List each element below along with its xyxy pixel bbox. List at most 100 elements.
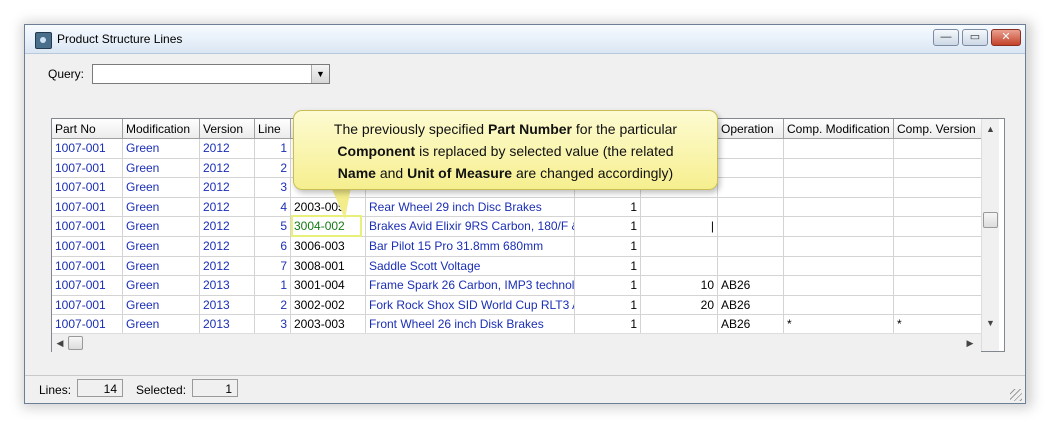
cell-cmod[interactable] bbox=[784, 217, 894, 237]
cell-op[interactable]: AB26 bbox=[718, 295, 784, 315]
cell-ver[interactable]: 2012 bbox=[200, 256, 255, 276]
minimize-button[interactable]: — bbox=[933, 29, 959, 46]
cell-part[interactable]: 1007-001 bbox=[52, 139, 123, 158]
cell-mod[interactable]: Green bbox=[123, 139, 200, 158]
cell-mod[interactable]: Green bbox=[123, 256, 200, 276]
column-header[interactable]: Modification bbox=[123, 119, 200, 139]
cell-mod[interactable]: Green bbox=[123, 178, 200, 198]
cell-pos[interactable]: 10 bbox=[641, 276, 718, 296]
table-row[interactable]: 1007-001 Green 2012 4 2003-005 Rear Wheel 29 … bbox=[52, 197, 982, 218]
cell-part[interactable]: 1007-001 bbox=[52, 276, 123, 296]
cell-op[interactable] bbox=[718, 217, 784, 237]
scroll-down-icon[interactable]: ▼ bbox=[982, 315, 999, 331]
cell-line[interactable]: 3 bbox=[255, 315, 291, 335]
resize-grip-icon[interactable] bbox=[1010, 389, 1022, 401]
scroll-left-icon[interactable]: ◀ bbox=[54, 335, 66, 351]
cell-line[interactable]: 5 bbox=[255, 217, 291, 237]
cell-part[interactable]: 1007-001 bbox=[52, 295, 123, 315]
cell-part[interactable]: 1007-001 bbox=[52, 158, 123, 178]
cell-name[interactable]: Saddle Scott Voltage bbox=[366, 256, 575, 276]
cell-ver[interactable]: 2012 bbox=[200, 158, 255, 178]
cell-line[interactable]: 2 bbox=[255, 158, 291, 178]
cell-comp[interactable]: 2003-005 bbox=[291, 197, 366, 217]
cell-op[interactable]: AB26 bbox=[718, 276, 784, 296]
cell-ver[interactable]: 2013 bbox=[200, 315, 255, 335]
column-header[interactable]: Line bbox=[255, 119, 291, 139]
cell-op[interactable] bbox=[718, 237, 784, 256]
cell-cver[interactable] bbox=[894, 197, 982, 217]
cell-pos[interactable]: | bbox=[641, 217, 718, 237]
table-row[interactable]: 1007-001 Green 2012 7 3008-001 Saddle Scott V… bbox=[52, 256, 982, 277]
cell-line[interactable]: 3 bbox=[255, 178, 291, 198]
cell-mod[interactable]: Green bbox=[123, 276, 200, 296]
horizontal-scrollbar[interactable]: ◀ ▶ bbox=[52, 333, 981, 352]
cell-qty[interactable]: 1 bbox=[575, 295, 641, 315]
cell-part[interactable]: 1007-001 bbox=[52, 217, 123, 237]
cell-cmod[interactable] bbox=[784, 276, 894, 296]
cell-name[interactable]: Fork Rock Shox SID World Cup RLT3 A bbox=[366, 295, 575, 315]
cell-part[interactable]: 1007-001 bbox=[52, 178, 123, 198]
cell-cver[interactable] bbox=[894, 139, 982, 158]
horizontal-scroll-thumb[interactable] bbox=[68, 336, 83, 350]
cell-comp[interactable]: 3008-001 bbox=[291, 256, 366, 276]
cell-comp[interactable]: 3002-002 bbox=[291, 295, 366, 315]
query-dropdown[interactable]: ▼ bbox=[92, 64, 330, 84]
cell-cmod[interactable] bbox=[784, 237, 894, 256]
cell-comp[interactable]: 3006-003 bbox=[291, 237, 366, 256]
table-row[interactable]: 1007-001 Green 2012 6 3006-003 Bar Pilot 15 P… bbox=[52, 237, 982, 257]
cell-ver[interactable]: 2012 bbox=[200, 178, 255, 198]
cell-cver[interactable] bbox=[894, 178, 982, 198]
vertical-scrollbar[interactable]: ▲ ▼ bbox=[981, 119, 999, 351]
cell-cmod[interactable]: * bbox=[784, 315, 894, 335]
cell-qty[interactable]: 1 bbox=[575, 197, 641, 217]
cell-pos[interactable] bbox=[641, 256, 718, 276]
cell-cmod[interactable] bbox=[784, 256, 894, 276]
cell-cmod[interactable] bbox=[784, 139, 894, 158]
cell-pos[interactable]: 20 bbox=[641, 295, 718, 315]
column-header[interactable]: Comp. Version bbox=[894, 119, 982, 139]
cell-mod[interactable]: Green bbox=[123, 237, 200, 256]
scroll-right-icon[interactable]: ▶ bbox=[964, 335, 976, 351]
column-header[interactable]: Part No bbox=[52, 119, 123, 139]
cell-comp[interactable]: 2003-003 bbox=[291, 315, 366, 335]
cell-name[interactable]: Brakes Avid Elixir 9RS Carbon, 180/F & bbox=[366, 217, 575, 237]
cell-op[interactable] bbox=[718, 178, 784, 198]
cell-op[interactable]: AB26 bbox=[718, 315, 784, 335]
chevron-down-icon[interactable]: ▼ bbox=[311, 65, 329, 83]
cell-line[interactable]: 7 bbox=[255, 256, 291, 276]
cell-part[interactable]: 1007-001 bbox=[52, 197, 123, 217]
scroll-up-icon[interactable]: ▲ bbox=[982, 121, 999, 137]
cell-cver[interactable] bbox=[894, 217, 982, 237]
cell-comp[interactable]: 3001-004 bbox=[291, 276, 366, 296]
cell-mod[interactable]: Green bbox=[123, 197, 200, 217]
cell-ver[interactable]: 2013 bbox=[200, 295, 255, 315]
table-row[interactable]: 1007-001 Green 2013 3 2003-003 Front Wheel 26… bbox=[52, 315, 982, 335]
cell-op[interactable] bbox=[718, 158, 784, 178]
cell-qty[interactable]: 1 bbox=[575, 315, 641, 335]
cell-pos[interactable] bbox=[641, 237, 718, 256]
cell-cmod[interactable] bbox=[784, 178, 894, 198]
cell-line[interactable]: 6 bbox=[255, 237, 291, 256]
cell-mod[interactable]: Green bbox=[123, 158, 200, 178]
column-header[interactable]: Comp. Modification bbox=[784, 119, 894, 139]
cell-mod[interactable]: Green bbox=[123, 315, 200, 335]
cell-part[interactable]: 1007-001 bbox=[52, 315, 123, 335]
cell-cver[interactable]: * bbox=[894, 315, 982, 335]
cell-ver[interactable]: 2013 bbox=[200, 276, 255, 296]
cell-cver[interactable] bbox=[894, 295, 982, 315]
cell-qty[interactable]: 1 bbox=[575, 256, 641, 276]
cell-qty[interactable]: 1 bbox=[575, 276, 641, 296]
cell-pos[interactable] bbox=[641, 315, 718, 335]
cell-ver[interactable]: 2012 bbox=[200, 197, 255, 217]
cell-cmod[interactable] bbox=[784, 295, 894, 315]
cell-cmod[interactable] bbox=[784, 197, 894, 217]
vertical-scroll-thumb[interactable] bbox=[983, 212, 998, 228]
cell-ver[interactable]: 2012 bbox=[200, 139, 255, 158]
cell-name[interactable]: Front Wheel 26 inch Disk Brakes bbox=[366, 315, 575, 335]
cell-pos[interactable] bbox=[641, 197, 718, 217]
cell-cver[interactable] bbox=[894, 158, 982, 178]
table-row[interactable]: 1007-001 Green 2013 2 3002-002 Fork Rock Shox… bbox=[52, 295, 982, 316]
cell-cver[interactable] bbox=[894, 237, 982, 256]
table-row[interactable]: 1007-001 Green 2013 1 3001-004 Frame Spark 26… bbox=[52, 276, 982, 296]
cell-part[interactable]: 1007-001 bbox=[52, 256, 123, 276]
